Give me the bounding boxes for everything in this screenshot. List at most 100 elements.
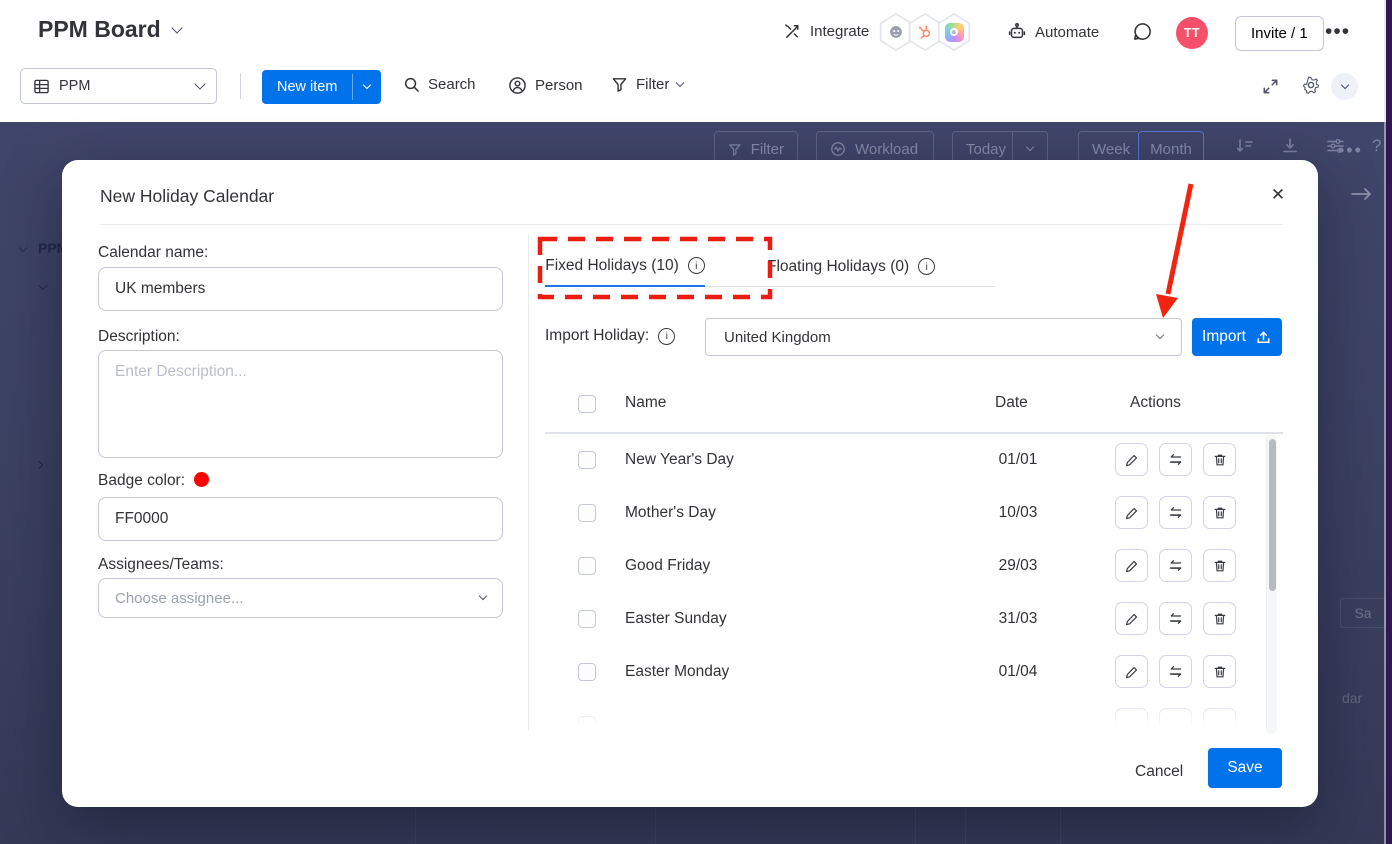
select-all-checkbox[interactable]: [578, 395, 596, 413]
edit-button[interactable]: [1115, 708, 1148, 730]
timeline-workload-label: Workload: [855, 141, 918, 158]
search-button[interactable]: Search: [403, 76, 476, 93]
delete-button[interactable]: [1203, 602, 1236, 635]
board-title[interactable]: PPM Board: [38, 16, 181, 43]
board-title-text: PPM Board: [38, 16, 161, 43]
row-checkbox[interactable]: [578, 504, 596, 522]
avatar[interactable]: TT: [1176, 17, 1208, 49]
move-button[interactable]: [1159, 708, 1192, 730]
sort-icon[interactable]: [1234, 136, 1254, 156]
row-checkbox[interactable]: [578, 610, 596, 628]
trash-icon: [1212, 505, 1228, 521]
row-checkbox[interactable]: [578, 663, 596, 681]
delete-button[interactable]: [1203, 496, 1236, 529]
timeline-month-label: Month: [1150, 141, 1192, 158]
move-button[interactable]: [1159, 602, 1192, 635]
info-icon[interactable]: i: [688, 257, 705, 274]
new-item-dropdown[interactable]: [353, 70, 381, 104]
tab-fixed-holidays[interactable]: Fixed Holidays (10) i: [545, 246, 705, 287]
invite-label: Invite / 1: [1251, 25, 1308, 42]
scroll-right-arrow[interactable]: [1348, 184, 1376, 204]
modal-title-divider: [100, 224, 1283, 225]
description-input[interactable]: [98, 350, 503, 458]
move-button[interactable]: [1159, 443, 1192, 476]
group-expand-icon[interactable]: [35, 461, 43, 469]
edit-button[interactable]: [1115, 655, 1148, 688]
search-icon: [403, 76, 420, 93]
tab-floating-holidays[interactable]: Floating Holidays (0) i: [705, 246, 995, 287]
integrate-button[interactable]: Integrate: [783, 22, 869, 41]
robot-icon: [1007, 22, 1027, 42]
import-button-label: Import: [1202, 328, 1246, 346]
delete-button[interactable]: [1203, 708, 1236, 730]
holiday-date: 01/01: [973, 451, 1063, 469]
automate-button[interactable]: Automate: [1007, 22, 1099, 42]
row-checkbox[interactable]: [578, 451, 596, 469]
info-icon[interactable]: i: [918, 258, 935, 275]
cancel-label: Cancel: [1135, 763, 1183, 780]
tab-fixed-label: Fixed Holidays (10): [545, 257, 679, 275]
export-icon[interactable]: [1280, 136, 1300, 156]
move-button[interactable]: [1159, 655, 1192, 688]
swap-arrows-icon: [1167, 504, 1184, 521]
move-button[interactable]: [1159, 549, 1192, 582]
swap-arrows-icon: [1167, 557, 1184, 574]
move-button[interactable]: [1159, 496, 1192, 529]
subgroup-collapse-icon[interactable]: [39, 282, 47, 290]
cancel-button[interactable]: Cancel: [1125, 757, 1193, 787]
timeline-gridline: [915, 802, 916, 844]
chevron-down-icon: [479, 592, 487, 600]
chat-button[interactable]: [1131, 20, 1154, 43]
board-settings-button[interactable]: [1301, 75, 1321, 95]
pencil-icon: [1124, 505, 1140, 521]
import-button[interactable]: Import: [1192, 318, 1282, 356]
collapse-header-button[interactable]: [1331, 73, 1358, 100]
row-checkbox[interactable]: [578, 557, 596, 575]
info-icon[interactable]: i: [658, 328, 675, 345]
trash-icon: [1212, 664, 1228, 680]
timeline-more-button[interactable]: •••: [1338, 140, 1363, 161]
close-icon[interactable]: ✕: [1266, 183, 1290, 207]
new-item-button[interactable]: New item: [262, 70, 381, 104]
delete-button[interactable]: [1203, 443, 1236, 476]
assignees-select[interactable]: Choose assignee...: [98, 578, 503, 618]
table-scrollbar[interactable]: [1266, 434, 1277, 734]
save-button[interactable]: Save: [1208, 748, 1282, 788]
weekend-column-badge: Sa: [1340, 598, 1386, 628]
trash-icon: [1212, 558, 1228, 574]
badge-color-input[interactable]: [98, 497, 503, 541]
holiday-date: 01/04: [973, 663, 1063, 681]
invite-button[interactable]: Invite / 1: [1235, 16, 1324, 51]
delete-button[interactable]: [1203, 549, 1236, 582]
assignees-label: Assignees/Teams:: [98, 556, 224, 574]
board-menu-button[interactable]: •••: [1325, 27, 1350, 37]
timeline-filter-label: Filter: [751, 141, 784, 158]
edit-button[interactable]: [1115, 496, 1148, 529]
chevron-down-icon: [676, 78, 684, 86]
edit-button[interactable]: [1115, 602, 1148, 635]
import-country-select[interactable]: United Kingdom: [705, 318, 1182, 356]
holiday-date: 31/03: [973, 610, 1063, 628]
calendar-name-input[interactable]: [98, 267, 503, 311]
group-collapse-icon[interactable]: [19, 244, 27, 252]
delete-button[interactable]: [1203, 655, 1236, 688]
filter-button[interactable]: Filter: [611, 76, 683, 93]
edit-button[interactable]: [1115, 549, 1148, 582]
ai-gradient-icon: [945, 23, 964, 42]
holiday-tabs: Fixed Holidays (10) i Floating Holidays …: [545, 246, 995, 287]
fullscreen-button[interactable]: [1261, 77, 1280, 96]
person-filter-button[interactable]: Person: [508, 76, 583, 95]
holiday-name: Easter Monday: [625, 663, 729, 681]
integration-badges[interactable]: [878, 13, 972, 51]
app-screen: PPM Board Integrate Automate TT Invite /…: [0, 0, 1392, 844]
board-view-selector[interactable]: PPM: [20, 68, 217, 104]
help-icon[interactable]: ?: [1372, 136, 1381, 156]
table-row: Easter Sunday 31/03: [545, 593, 1283, 646]
holiday-table-header: Name Date Actions: [545, 394, 1283, 430]
column-date: Date: [995, 394, 1028, 412]
automate-label: Automate: [1035, 24, 1099, 41]
pencil-icon: [1124, 452, 1140, 468]
row-checkbox[interactable]: [578, 716, 596, 730]
scrollbar-thumb[interactable]: [1269, 439, 1276, 591]
edit-button[interactable]: [1115, 443, 1148, 476]
